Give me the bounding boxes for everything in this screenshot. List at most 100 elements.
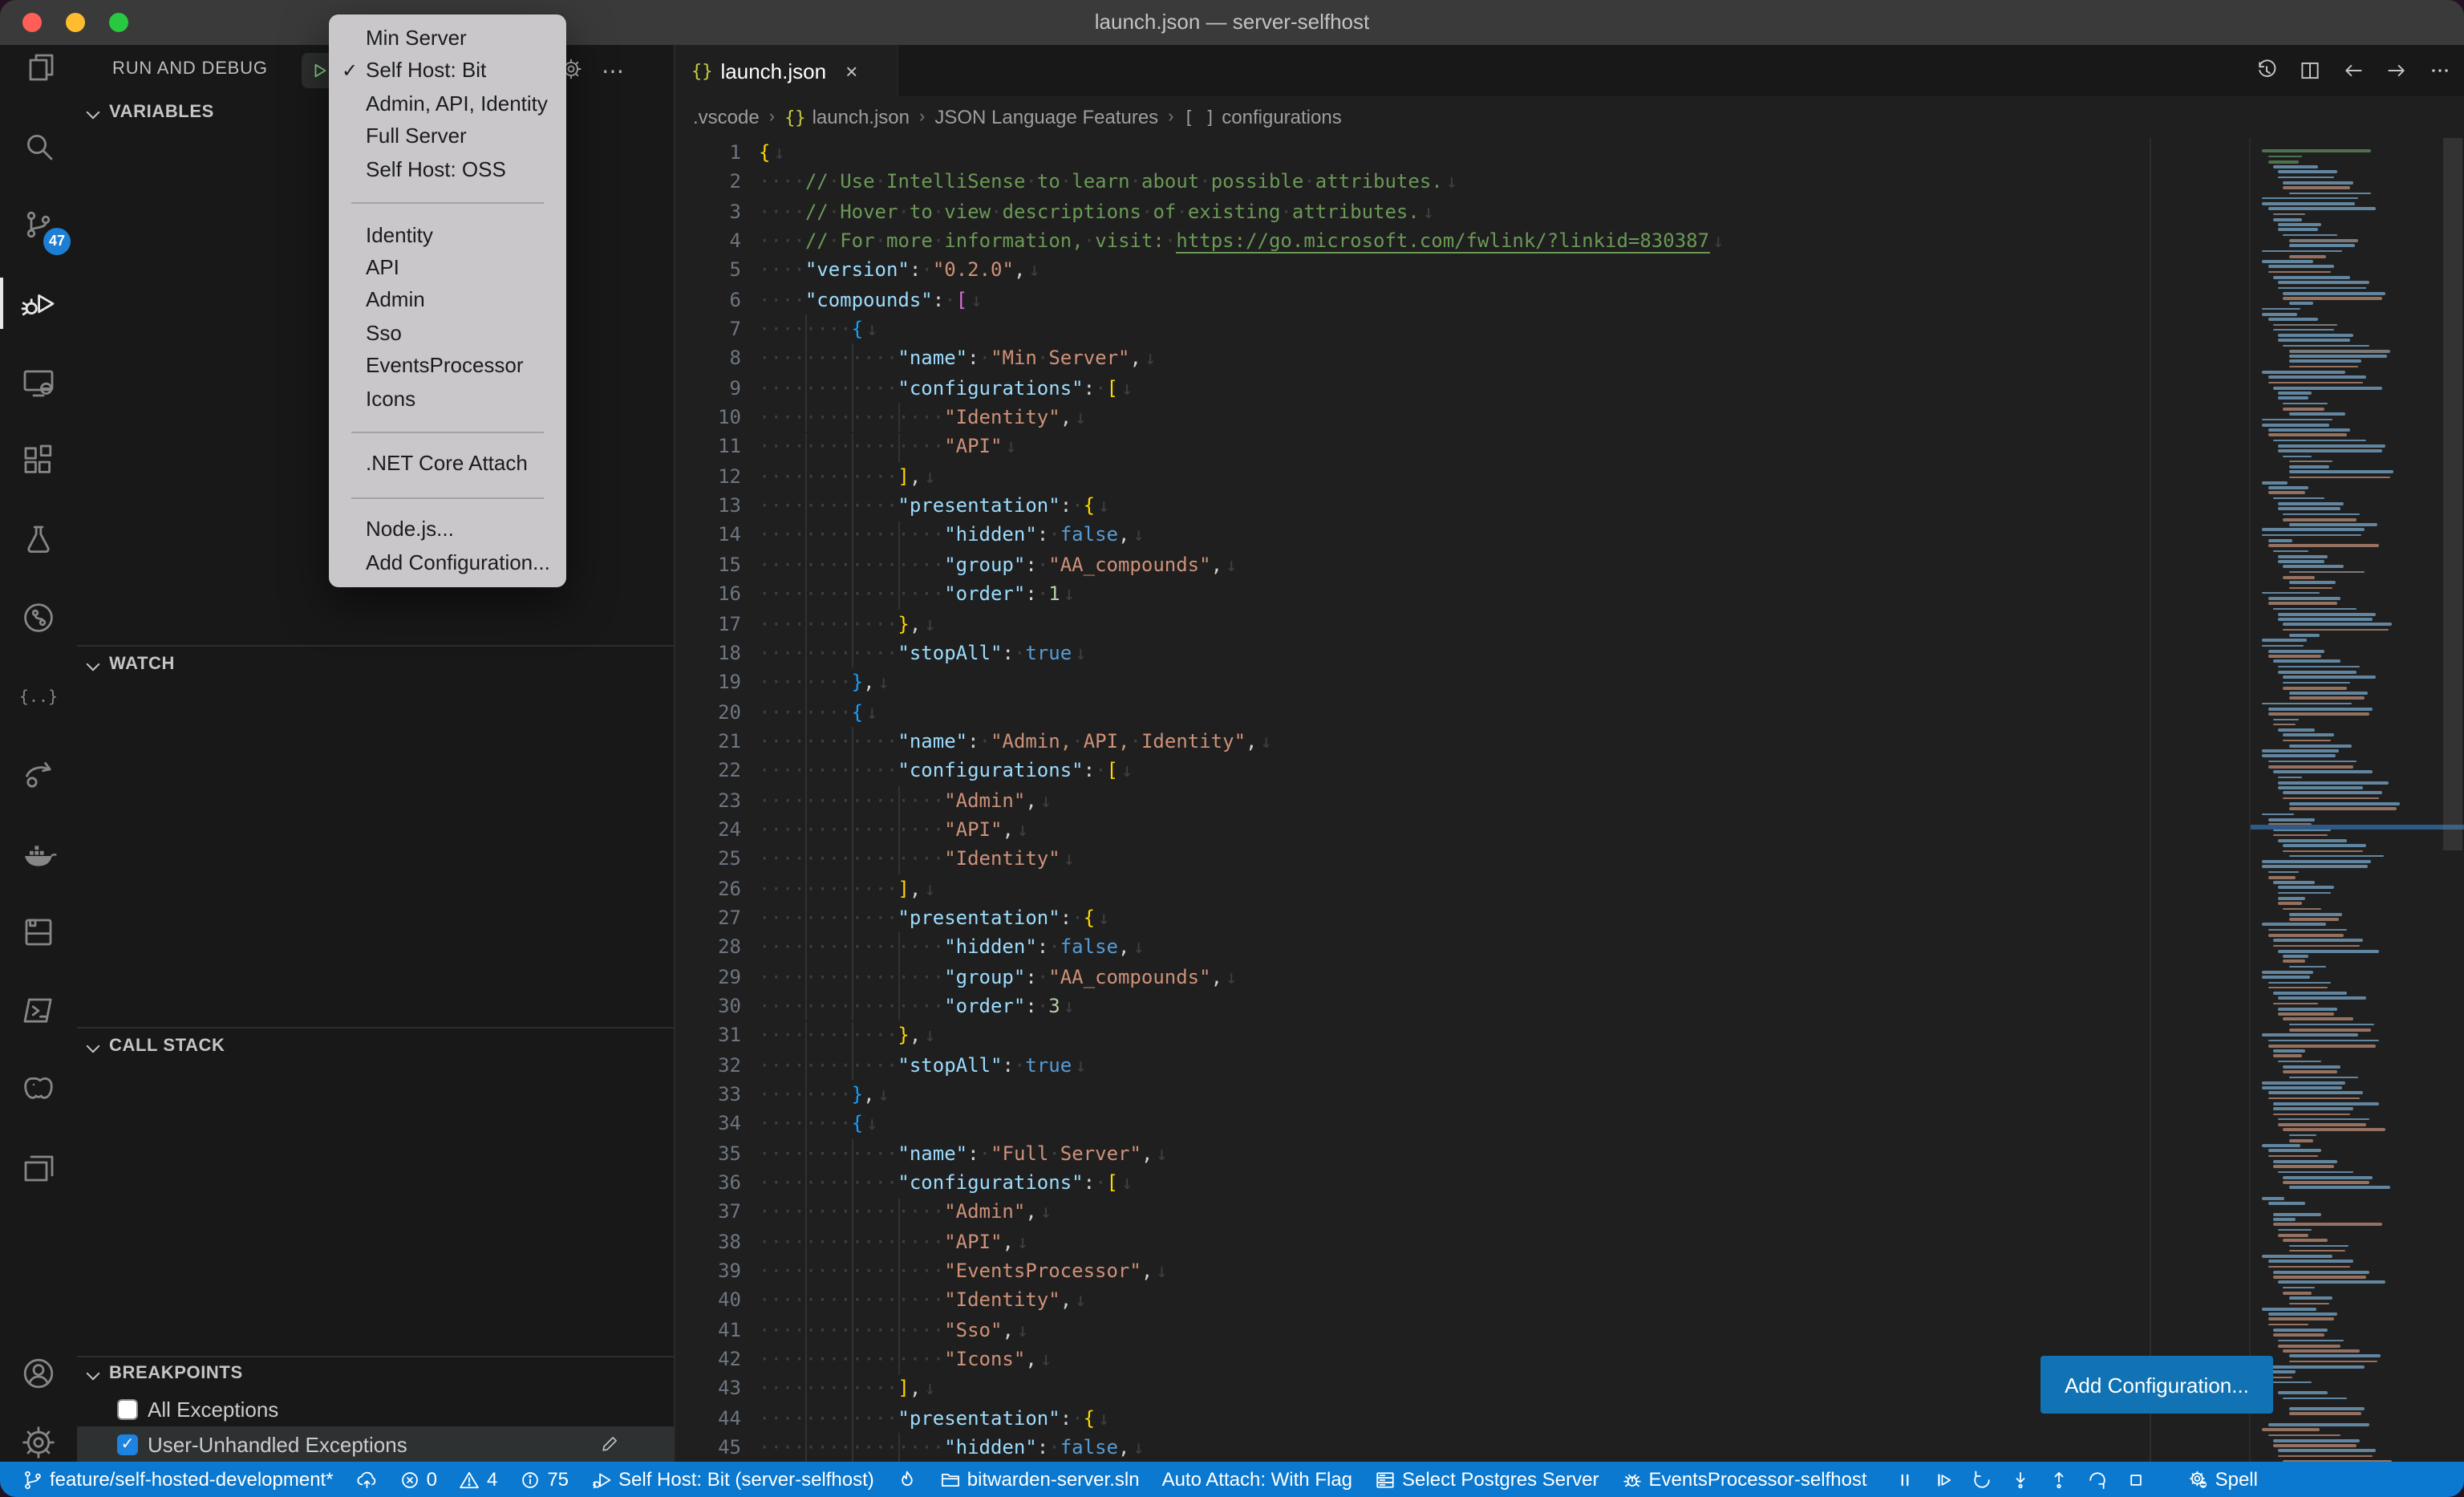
activity-item-explorer-icon[interactable]	[0, 29, 77, 106]
breakpoint-row[interactable]: ✓User-Unhandled Exceptions	[77, 1426, 674, 1462]
code-line[interactable]: ············"presentation":·{↓	[759, 903, 1724, 933]
breakpoint-row[interactable]: All Exceptions	[77, 1391, 674, 1426]
activity-item-extensions-icon[interactable]	[0, 422, 77, 499]
code-line[interactable]: ················"order":·3↓	[759, 992, 1724, 1021]
activity-item-search-icon[interactable]	[0, 108, 77, 185]
code-line[interactable]: ················"API"↓	[759, 432, 1724, 462]
code-line[interactable]: ········{↓	[759, 697, 1724, 727]
status-server[interactable]: Select Postgres Server	[1375, 1468, 1599, 1491]
activity-item-gitlens-icon[interactable]	[0, 579, 77, 656]
code-line[interactable]: ················"EventsProcessor",↓	[759, 1256, 1724, 1286]
code-line[interactable]: ················"Icons",↓	[759, 1345, 1724, 1374]
split-editor-icon[interactable]	[2299, 59, 2321, 82]
breadcrumb-item[interactable]: {}launch.json	[784, 106, 910, 128]
section-breakpoints[interactable]: BREAKPOINTS	[77, 1355, 674, 1391]
code-line[interactable]: ········{↓	[759, 314, 1724, 344]
status-gear-minus[interactable]: Spell	[2188, 1468, 2258, 1491]
section-call-stack[interactable]: CALL STACK	[77, 1028, 674, 1064]
debug-control-loop[interactable]	[2087, 1469, 2108, 1490]
code-line[interactable]: ················"Identity"↓	[759, 845, 1724, 874]
code-line[interactable]: ················"group":·"AA_compounds",…	[759, 962, 1724, 992]
activity-item-rest-client-icon[interactable]: {..}	[0, 658, 77, 735]
activity-item-backup-sync-icon[interactable]	[0, 894, 77, 971]
code-line[interactable]: ············"stopAll":·true↓	[759, 1050, 1724, 1080]
code-line[interactable]: ················"hidden":·false,↓	[759, 521, 1724, 550]
code-line[interactable]: ············"configurations":·[↓	[759, 374, 1724, 404]
checked-checkbox[interactable]: ✓	[117, 1434, 138, 1454]
edit-breakpoint-pencil-icon[interactable]	[600, 1434, 619, 1454]
editor-scrollbar[interactable]	[2442, 138, 2464, 1462]
code-line[interactable]: ················"Identity",↓	[759, 1286, 1724, 1316]
code-line[interactable]: ····"version":·"0.2.0",↓	[759, 256, 1724, 286]
activity-item-postgresql-icon[interactable]	[0, 1051, 77, 1128]
code-line[interactable]: ················"Sso",↓	[759, 1316, 1724, 1345]
code-line[interactable]: ············],↓	[759, 1374, 1724, 1404]
menu-item[interactable]: ✓Self Host: Bit	[329, 55, 566, 88]
debug-control-restart[interactable]	[1972, 1469, 1992, 1490]
unchecked-checkbox[interactable]	[117, 1398, 138, 1419]
menu-item[interactable]: Admin, API, Identity	[329, 88, 566, 121]
breadcrumb-item[interactable]: .vscode	[693, 106, 760, 128]
debug-control-pause[interactable]	[1895, 1469, 1915, 1490]
code-line[interactable]: ················"Identity",↓	[759, 403, 1724, 432]
views-more-actions-icon[interactable]: ⋯	[602, 58, 626, 85]
code-line[interactable]: ········{↓	[759, 1110, 1724, 1139]
code-line[interactable]: ················"API",↓	[759, 1227, 1724, 1256]
close-tab-icon[interactable]: ×	[845, 59, 857, 83]
menu-item[interactable]: EventsProcessor	[329, 350, 566, 383]
tab-launch-json[interactable]: {} launch.json ×	[675, 45, 898, 96]
code-line[interactable]: ············"name":·"Admin,·API,·Identit…	[759, 727, 1724, 757]
code-line[interactable]: ············"name":·"Full·Server",↓	[759, 1138, 1724, 1168]
code-line[interactable]: ········},↓	[759, 667, 1724, 697]
debug-control-step-into[interactable]	[2010, 1469, 2031, 1490]
debug-control-step-out[interactable]	[2049, 1469, 2069, 1490]
code-line[interactable]: ············},↓	[759, 1021, 1724, 1051]
code-line[interactable]: ················"group":·"AA_compounds",…	[759, 550, 1724, 580]
code-line[interactable]: ················"order":·1↓	[759, 579, 1724, 609]
menu-item[interactable]: .NET Core Attach	[329, 448, 566, 481]
code-line[interactable]: ············"presentation":·{↓	[759, 1404, 1724, 1434]
menu-item[interactable]: Node.js...	[329, 514, 566, 547]
status-folder[interactable]: bitwarden-server.sln	[940, 1468, 1140, 1491]
code-line[interactable]: ················"API",↓	[759, 815, 1724, 845]
section-watch[interactable]: WATCH	[77, 645, 674, 681]
code-line[interactable]: ············],↓	[759, 874, 1724, 903]
status-text[interactable]: Auto Attach: With Flag	[1162, 1468, 1352, 1491]
minimap[interactable]	[2249, 138, 2442, 1462]
timeline-history-icon[interactable]	[2255, 59, 2278, 82]
debug-control-continue[interactable]	[1933, 1469, 1954, 1490]
menu-item[interactable]: Identity	[329, 219, 566, 252]
more-actions-icon[interactable]	[2429, 59, 2451, 82]
menu-item[interactable]: Admin	[329, 285, 566, 318]
code-line[interactable]: ····//·For·more·information,·visit:·http…	[759, 226, 1724, 256]
status-debug-play[interactable]: Self Host: Bit (server-selfhost)	[591, 1468, 874, 1491]
activity-item-testing-icon[interactable]	[0, 501, 77, 578]
activity-item-run-and-debug-icon[interactable]	[0, 265, 77, 342]
add-configuration-button[interactable]: Add Configuration...	[2040, 1356, 2273, 1414]
code-line[interactable]: ············"stopAll":·true↓	[759, 639, 1724, 668]
activity-item-account-icon[interactable]	[0, 1335, 77, 1412]
code-line[interactable]: ····//·Use·IntelliSense·to·learn·about·p…	[759, 168, 1724, 197]
status-info-circle[interactable]: 75	[520, 1468, 569, 1491]
menu-item[interactable]: Min Server	[329, 22, 566, 55]
code-line[interactable]: ········},↓	[759, 1080, 1724, 1110]
navigate-back-icon[interactable]	[2342, 59, 2365, 82]
breadcrumb-item[interactable]: [ ]configurations	[1184, 106, 1342, 128]
code-line[interactable]: ············"configurations":·[↓	[759, 1168, 1724, 1198]
menu-item[interactable]: Sso	[329, 317, 566, 350]
activity-item-powershell-icon[interactable]	[0, 972, 77, 1049]
code-line[interactable]: ············"name":·"Min·Server",↓	[759, 344, 1724, 374]
menu-item[interactable]: Full Server	[329, 120, 566, 153]
status-cloud-upload[interactable]	[356, 1469, 377, 1490]
scrollbar-thumb[interactable]	[2443, 138, 2462, 850]
code-line[interactable]: {↓	[759, 138, 1724, 168]
menu-item[interactable]: Self Host: OSS	[329, 153, 566, 186]
status-flame[interactable]	[897, 1469, 918, 1490]
status-warning[interactable]: 4	[460, 1468, 497, 1491]
code-line[interactable]: ················"hidden":·false,↓	[759, 933, 1724, 963]
code-line[interactable]: ····"compounds":·[↓	[759, 285, 1724, 314]
breadcrumb-item[interactable]: JSON Language Features	[934, 106, 1158, 128]
debug-control-stop[interactable]	[2126, 1469, 2146, 1490]
editor-code-area[interactable]: 1234567891011121314151617181920212223242…	[675, 138, 2464, 1462]
code-line[interactable]: ············"presentation":·{↓	[759, 491, 1724, 521]
